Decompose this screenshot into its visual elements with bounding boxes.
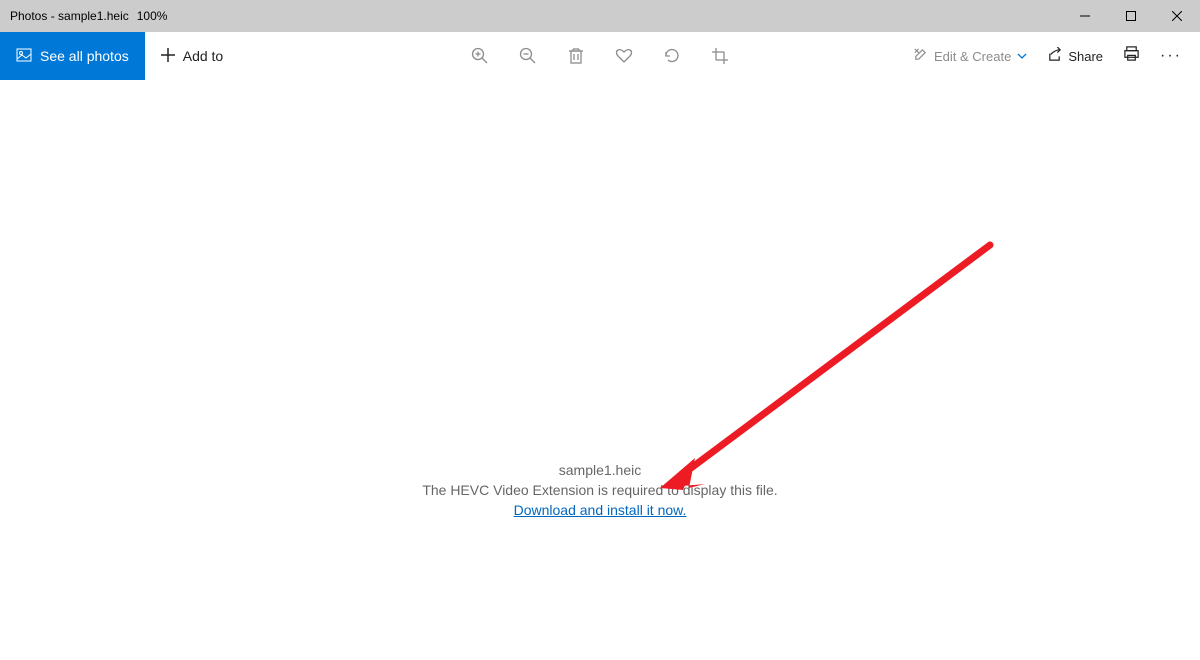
favorite-icon[interactable]	[615, 47, 633, 65]
see-all-label: See all photos	[40, 48, 129, 64]
zoom-in-icon[interactable]	[471, 47, 489, 65]
zoom-out-icon[interactable]	[519, 47, 537, 65]
add-to-button[interactable]: Add to	[145, 32, 239, 80]
photo-icon	[16, 47, 32, 66]
edit-icon	[913, 47, 928, 65]
more-button[interactable]: ···	[1160, 47, 1182, 65]
message-filename: sample1.heic	[0, 462, 1200, 478]
share-label: Share	[1068, 49, 1103, 64]
see-all-photos-button[interactable]: See all photos	[0, 32, 145, 80]
app-name: Photos - sample1.heic	[10, 9, 129, 23]
download-link[interactable]: Download and install it now.	[514, 502, 687, 518]
chevron-down-icon	[1017, 49, 1027, 64]
message-text: The HEVC Video Extension is required to …	[0, 482, 1200, 498]
share-icon	[1047, 47, 1062, 65]
error-message: sample1.heic The HEVC Video Extension is…	[0, 462, 1200, 518]
annotation-arrow	[655, 240, 995, 490]
rotate-icon[interactable]	[663, 47, 681, 65]
maximize-button[interactable]	[1108, 0, 1154, 32]
titlebar: Photos - sample1.heic 100%	[0, 0, 1200, 32]
content-area: sample1.heic The HEVC Video Extension is…	[0, 80, 1200, 660]
edit-create-label: Edit & Create	[934, 49, 1011, 64]
toolbar: See all photos Add to E	[0, 32, 1200, 80]
plus-icon	[161, 48, 175, 65]
toolbar-right: Edit & Create Share ···	[913, 32, 1200, 80]
edit-create-button[interactable]: Edit & Create	[913, 47, 1027, 65]
share-button[interactable]: Share	[1047, 47, 1103, 65]
crop-icon[interactable]	[711, 47, 729, 65]
zoom-level: 100%	[137, 9, 168, 23]
titlebar-title: Photos - sample1.heic 100%	[0, 9, 167, 23]
print-button[interactable]	[1123, 45, 1140, 67]
add-to-label: Add to	[183, 48, 223, 64]
delete-icon[interactable]	[567, 47, 585, 65]
minimize-button[interactable]	[1062, 0, 1108, 32]
close-button[interactable]	[1154, 0, 1200, 32]
window-controls	[1062, 0, 1200, 32]
